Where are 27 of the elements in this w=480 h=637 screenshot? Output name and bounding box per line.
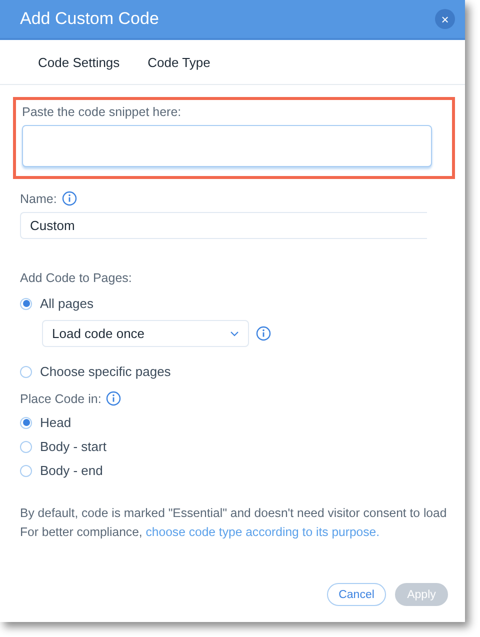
radio-button[interactable] [20,440,32,452]
radio-button[interactable] [20,366,32,378]
option-label: Choose specific pages [40,364,171,379]
code-input-field[interactable] [22,125,432,167]
field-label: Name: [20,192,57,206]
chevron-down-icon [230,330,239,336]
close-button[interactable]: × [435,9,455,29]
radio-button[interactable] [20,298,32,310]
dialog-title: Add Custom Code [20,9,159,29]
tab[interactable]: Code Type [148,50,210,74]
info-icon[interactable] [62,191,77,206]
option-label: Head [40,415,72,430]
info-icon[interactable] [106,391,122,406]
option-label: Body - start [40,439,106,454]
compliance-note: By default, code is marked "Essential" and doesn't need visitor consent to load For better compliance, choose code type according to its purpose. [20,505,448,541]
radio-button[interactable] [20,464,32,476]
radio-button[interactable] [20,416,32,428]
field-label: Paste the code snippet here: [22,105,182,119]
tab[interactable]: Code Settings [38,50,120,74]
option-label: Body - end [40,463,103,478]
cancel-button[interactable]: Cancel [327,583,386,606]
option-label: All pages [40,296,94,311]
section-label: Add Code to Pages: [20,271,132,285]
load-mode-dropdown[interactable]: Load code once [42,320,249,347]
info-icon[interactable] [256,326,271,341]
name-input-field[interactable]: Custom [20,212,427,239]
section-label: Place Code in: [20,392,102,406]
